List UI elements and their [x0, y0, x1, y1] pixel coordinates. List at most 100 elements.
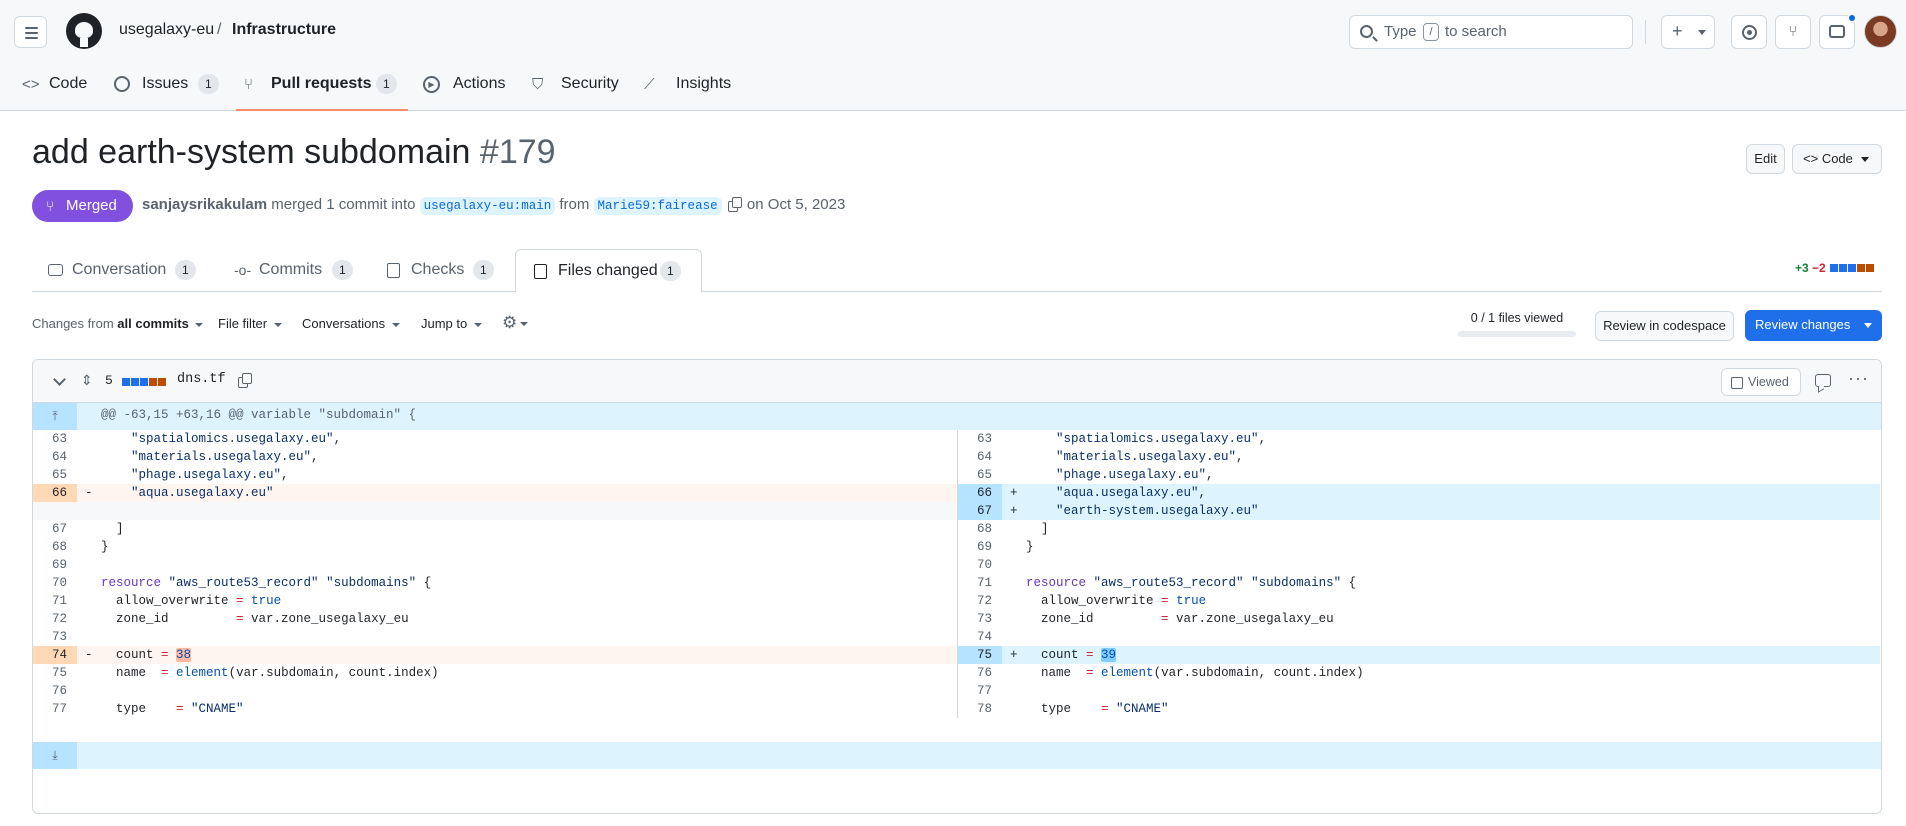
- github-logo-icon[interactable]: [66, 13, 102, 49]
- chevron-down-icon[interactable]: [53, 373, 66, 386]
- review-in-codespace-button[interactable]: Review in codespace: [1595, 311, 1734, 341]
- diff-row: 64 "materials.usegalaxy.eu",: [958, 448, 1880, 466]
- code-line: "aqua.usegalaxy.eu",: [1056, 486, 1207, 500]
- review-changes-button[interactable]: Review changes: [1745, 310, 1882, 341]
- line-number[interactable]: 64: [958, 448, 1002, 466]
- line-number[interactable]: 67: [958, 502, 1002, 520]
- tab-conversation-count: 1: [175, 260, 196, 280]
- tab-insights-label: Insights: [676, 75, 732, 92]
- line-number[interactable]: 65: [958, 466, 1002, 484]
- expand-up-icon[interactable]: ⤒: [33, 403, 77, 430]
- code-dropdown-button[interactable]: <> Code: [1792, 144, 1882, 174]
- line-number[interactable]: 63: [33, 430, 77, 448]
- tab-commits[interactable]: -o- Commits 1: [234, 249, 354, 292]
- tab-security[interactable]: ⛉ Security: [532, 73, 622, 111]
- shield-icon: ⛉: [532, 76, 544, 93]
- tab-conversation[interactable]: Conversation 1: [48, 249, 208, 292]
- search-input[interactable]: Type / to search: [1349, 15, 1633, 49]
- tab-conversation-label: Conversation: [72, 261, 167, 278]
- chevron-down-icon: [473, 322, 482, 327]
- user-avatar[interactable]: [1864, 15, 1897, 48]
- copy-icon[interactable]: [727, 197, 742, 212]
- line-number[interactable]: 66: [958, 484, 1002, 502]
- line-number[interactable]: 71: [958, 574, 1002, 592]
- code-line: ]: [101, 522, 124, 536]
- diff-marker: +: [1010, 504, 1018, 518]
- line-number[interactable]: 70: [33, 574, 77, 592]
- line-number[interactable]: 76: [958, 664, 1002, 682]
- viewed-checkbox[interactable]: Viewed: [1721, 368, 1801, 396]
- code-line: "phage.usegalaxy.eu",: [131, 468, 289, 482]
- code-line: "aqua.usegalaxy.eu": [131, 486, 274, 500]
- unfold-icon[interactable]: ⇕: [81, 372, 93, 389]
- line-number[interactable]: 78: [958, 700, 1002, 718]
- file-filter-dropdown[interactable]: File filter: [218, 316, 282, 331]
- line-number[interactable]: 70: [958, 556, 1002, 574]
- file-diff: ⇕ 5 dns.tf Viewed ··· ⤒ @@ -63,15 +63,16…: [32, 359, 1882, 814]
- line-number[interactable]: 68: [33, 538, 77, 556]
- issues-button[interactable]: [1731, 15, 1767, 49]
- tab-code[interactable]: <> Code: [22, 73, 90, 111]
- line-number[interactable]: 77: [958, 682, 1002, 700]
- tab-insights[interactable]: ⟋ Insights: [644, 73, 732, 111]
- line-number[interactable]: 63: [958, 430, 1002, 448]
- tab-actions[interactable]: ▶ Actions: [423, 73, 505, 111]
- tab-checks[interactable]: Checks 1: [387, 249, 497, 292]
- line-number[interactable]: 66: [33, 484, 77, 502]
- line-number[interactable]: 76: [33, 682, 77, 700]
- pull-request-icon: ⑂: [1788, 23, 1798, 40]
- diff-row: 71 allow_overwrite = true: [33, 592, 956, 610]
- line-number[interactable]: 73: [33, 628, 77, 646]
- file-name[interactable]: dns.tf: [177, 372, 226, 387]
- line-number[interactable]: 71: [33, 592, 77, 610]
- menu-button[interactable]: [14, 16, 47, 48]
- line-number[interactable]: 77: [33, 700, 77, 718]
- diff-row: 76: [33, 682, 956, 700]
- diff-marker: +: [1010, 648, 1018, 662]
- tab-pull-requests[interactable]: ⑂ Pull requests 1: [236, 73, 408, 111]
- line-number[interactable]: 64: [33, 448, 77, 466]
- breadcrumb-org[interactable]: usegalaxy-eu: [119, 21, 214, 39]
- line-number[interactable]: 69: [958, 538, 1002, 556]
- line-number[interactable]: 68: [958, 520, 1002, 538]
- create-new-button[interactable]: +: [1661, 15, 1715, 49]
- tab-issues[interactable]: Issues 1: [114, 73, 219, 111]
- edit-button[interactable]: Edit: [1746, 144, 1785, 174]
- base-branch[interactable]: usegalaxy-eu:main: [419, 197, 556, 215]
- chevron-down-icon: [1864, 323, 1872, 328]
- conversations-dropdown[interactable]: Conversations: [302, 316, 400, 331]
- author-link[interactable]: sanjaysrikakulam: [142, 196, 267, 213]
- line-number[interactable]: 75: [33, 664, 77, 682]
- breadcrumb-repo[interactable]: Infrastructure: [232, 21, 336, 39]
- diff-row: 64 "materials.usegalaxy.eu",: [33, 448, 956, 466]
- changes-from-value: all commits: [117, 316, 189, 331]
- line-number[interactable]: 65: [33, 466, 77, 484]
- tab-files-changed[interactable]: Files changed 1: [515, 249, 702, 293]
- line-number[interactable]: 67: [33, 520, 77, 538]
- line-number[interactable]: 69: [33, 556, 77, 574]
- tab-commits-count: 1: [332, 260, 353, 280]
- line-number[interactable]: 73: [958, 610, 1002, 628]
- line-number[interactable]: 75: [958, 646, 1002, 664]
- line-number[interactable]: 72: [958, 592, 1002, 610]
- diff-row: 73: [33, 628, 956, 646]
- diffstat-block: [140, 378, 148, 386]
- kebab-horizontal-icon[interactable]: ···: [1848, 368, 1869, 389]
- diffstat-block: [158, 378, 166, 386]
- code-line: }: [1026, 540, 1034, 554]
- line-number[interactable]: 74: [33, 646, 77, 664]
- pr-meta: sanjaysrikakulam merged 1 commit into us…: [142, 196, 845, 215]
- copy-icon[interactable]: [238, 373, 252, 388]
- changes-from-dropdown[interactable]: Changes from all commits: [32, 316, 204, 331]
- jump-to-dropdown[interactable]: Jump to: [421, 316, 482, 331]
- file-diffstat: [121, 373, 166, 389]
- pull-requests-button[interactable]: ⑂: [1775, 15, 1811, 49]
- line-number[interactable]: 74: [958, 628, 1002, 646]
- line-number[interactable]: 72: [33, 610, 77, 628]
- tab-actions-label: Actions: [453, 75, 506, 92]
- head-branch[interactable]: Marie59:fairease: [593, 197, 722, 215]
- comment-icon[interactable]: [1815, 374, 1831, 387]
- play-icon: ▶: [423, 76, 440, 93]
- expand-down-icon[interactable]: ⤓: [33, 742, 77, 769]
- diff-settings-button[interactable]: ⚙: [502, 313, 529, 333]
